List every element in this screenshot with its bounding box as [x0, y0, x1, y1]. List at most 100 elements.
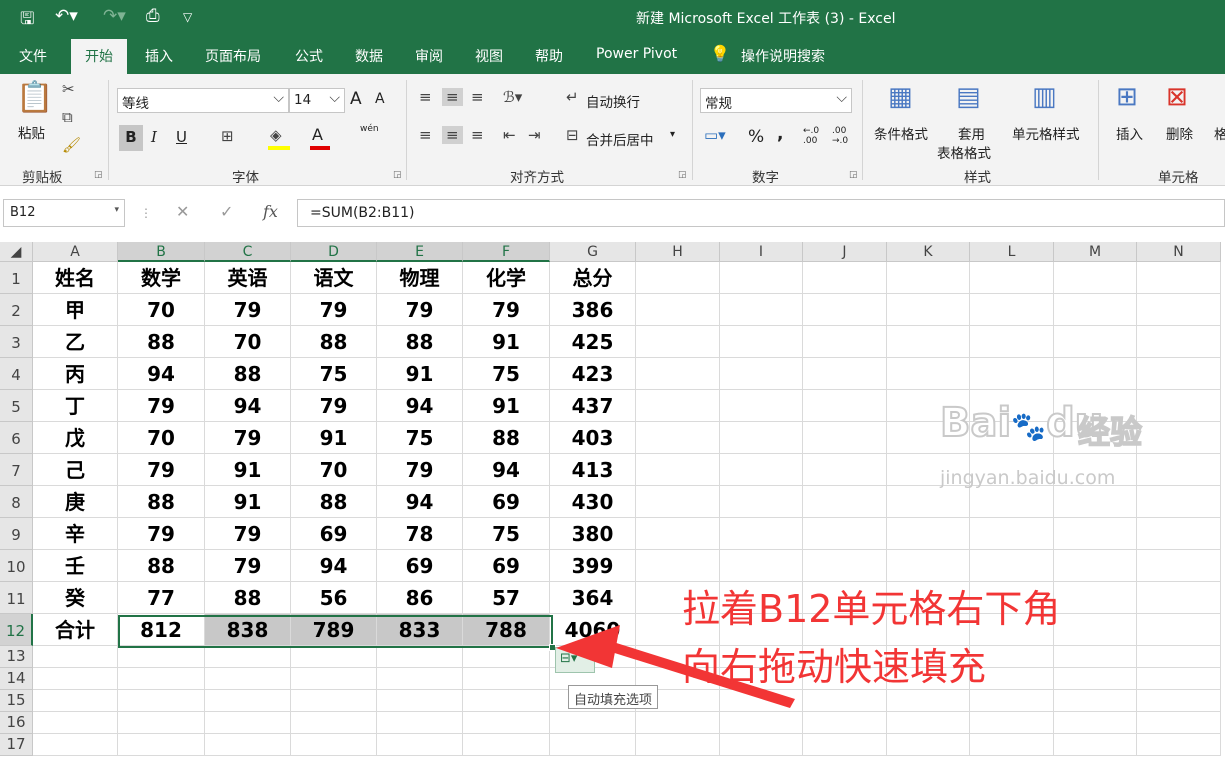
cell-E4[interactable]: 91: [377, 358, 463, 390]
redo-icon[interactable]: ↷▾: [103, 6, 126, 26]
accounting-format-icon[interactable]: ▭▾: [704, 126, 726, 144]
cell-F9[interactable]: 75: [463, 518, 550, 550]
cell-F3[interactable]: 91: [463, 326, 550, 358]
font-color-icon[interactable]: A: [312, 125, 323, 144]
tab-file[interactable]: 文件: [19, 46, 47, 66]
cell-I4[interactable]: [720, 358, 803, 390]
cell-G12[interactable]: 4060: [550, 614, 636, 646]
paste-button[interactable]: 粘贴: [18, 122, 45, 142]
cell-E2[interactable]: 79: [377, 294, 463, 326]
cell-A13[interactable]: [33, 646, 118, 668]
cell-F7[interactable]: 94: [463, 454, 550, 486]
cell-C9[interactable]: 79: [205, 518, 291, 550]
cell-I9[interactable]: [720, 518, 803, 550]
cell-B3[interactable]: 88: [118, 326, 205, 358]
cell-E1[interactable]: 物理: [377, 262, 463, 294]
cell-J5[interactable]: [803, 390, 887, 422]
cell-M11[interactable]: [1054, 582, 1137, 614]
cell-F15[interactable]: [463, 690, 550, 712]
cell-G9[interactable]: 380: [550, 518, 636, 550]
italic-button[interactable]: I: [151, 128, 157, 146]
cell-G16[interactable]: [550, 712, 636, 734]
cell-N3[interactable]: [1137, 326, 1221, 358]
cell-H3[interactable]: [636, 326, 720, 358]
cell-E5[interactable]: 94: [377, 390, 463, 422]
cell-I7[interactable]: [720, 454, 803, 486]
cell-A14[interactable]: [33, 668, 118, 690]
cell-C15[interactable]: [205, 690, 291, 712]
tell-me-search[interactable]: 操作说明搜索: [741, 46, 825, 66]
cell-E11[interactable]: 86: [377, 582, 463, 614]
cell-K9[interactable]: [887, 518, 970, 550]
cell-B1[interactable]: 数学: [118, 262, 205, 294]
column-header-I[interactable]: I: [720, 242, 803, 262]
cell-L3[interactable]: [970, 326, 1054, 358]
cell-C12[interactable]: 838: [205, 614, 291, 646]
cell-M16[interactable]: [1054, 712, 1137, 734]
row-header[interactable]: 4: [0, 358, 33, 390]
tab-review[interactable]: 审阅: [415, 46, 443, 66]
cell-E7[interactable]: 79: [377, 454, 463, 486]
cell-A6[interactable]: 戊: [33, 422, 118, 454]
cell-B13[interactable]: [118, 646, 205, 668]
align-middle-icon[interactable]: ≡: [442, 88, 463, 106]
cell-F12[interactable]: 788: [463, 614, 550, 646]
cell-D9[interactable]: 69: [291, 518, 377, 550]
cell-L15[interactable]: [970, 690, 1054, 712]
cell-C10[interactable]: 79: [205, 550, 291, 582]
row-header[interactable]: 8: [0, 486, 33, 518]
cell-E10[interactable]: 69: [377, 550, 463, 582]
cell-C16[interactable]: [205, 712, 291, 734]
formula-input[interactable]: =SUM(B2:B11): [297, 199, 1225, 227]
column-header-J[interactable]: J: [803, 242, 887, 262]
cell-C11[interactable]: 88: [205, 582, 291, 614]
cell-I5[interactable]: [720, 390, 803, 422]
cell-J3[interactable]: [803, 326, 887, 358]
cell-B8[interactable]: 88: [118, 486, 205, 518]
cell-C14[interactable]: [205, 668, 291, 690]
cell-H5[interactable]: [636, 390, 720, 422]
cell-A2[interactable]: 甲: [33, 294, 118, 326]
cell-E14[interactable]: [377, 668, 463, 690]
align-bottom-icon[interactable]: ≡: [471, 88, 484, 106]
cell-D17[interactable]: [291, 734, 377, 756]
cancel-icon[interactable]: ✕: [176, 202, 189, 221]
cell-B16[interactable]: [118, 712, 205, 734]
cell-A11[interactable]: 癸: [33, 582, 118, 614]
percent-button[interactable]: %: [748, 127, 764, 147]
column-header-C[interactable]: C: [205, 242, 291, 262]
number-format-select[interactable]: 常规 ⌵: [700, 88, 852, 113]
cell-J7[interactable]: [803, 454, 887, 486]
cell-A17[interactable]: [33, 734, 118, 756]
autofill-options-button[interactable]: ⊟▾: [555, 647, 595, 673]
cell-N16[interactable]: [1137, 712, 1221, 734]
cell-A3[interactable]: 乙: [33, 326, 118, 358]
decrease-decimal-icon[interactable]: .00 →.0: [832, 126, 848, 146]
row-header[interactable]: 16: [0, 712, 33, 734]
cell-K16[interactable]: [887, 712, 970, 734]
cell-A9[interactable]: 辛: [33, 518, 118, 550]
cell-E6[interactable]: 75: [377, 422, 463, 454]
align-left-icon[interactable]: ≡: [419, 126, 432, 144]
customize-icon[interactable]: ▽: [183, 10, 192, 24]
row-header[interactable]: 1: [0, 262, 33, 294]
cell-E13[interactable]: [377, 646, 463, 668]
cell-F10[interactable]: 69: [463, 550, 550, 582]
cell-H4[interactable]: [636, 358, 720, 390]
conditional-format-button[interactable]: 条件格式: [874, 123, 928, 143]
cell-C4[interactable]: 88: [205, 358, 291, 390]
tab-help[interactable]: 帮助: [535, 46, 563, 66]
cell-B15[interactable]: [118, 690, 205, 712]
cell-B9[interactable]: 79: [118, 518, 205, 550]
cell-E8[interactable]: 94: [377, 486, 463, 518]
insert-cells-button[interactable]: 插入: [1116, 123, 1143, 143]
cell-B6[interactable]: 70: [118, 422, 205, 454]
cell-J9[interactable]: [803, 518, 887, 550]
cell-I6[interactable]: [720, 422, 803, 454]
align-center-icon[interactable]: ≡: [442, 126, 463, 144]
save-icon[interactable]: 🖫: [20, 6, 34, 35]
format-table-label-1[interactable]: 套用: [958, 123, 985, 143]
cell-L17[interactable]: [970, 734, 1054, 756]
wrap-text-button[interactable]: 自动换行: [586, 91, 640, 111]
cell-L9[interactable]: [970, 518, 1054, 550]
